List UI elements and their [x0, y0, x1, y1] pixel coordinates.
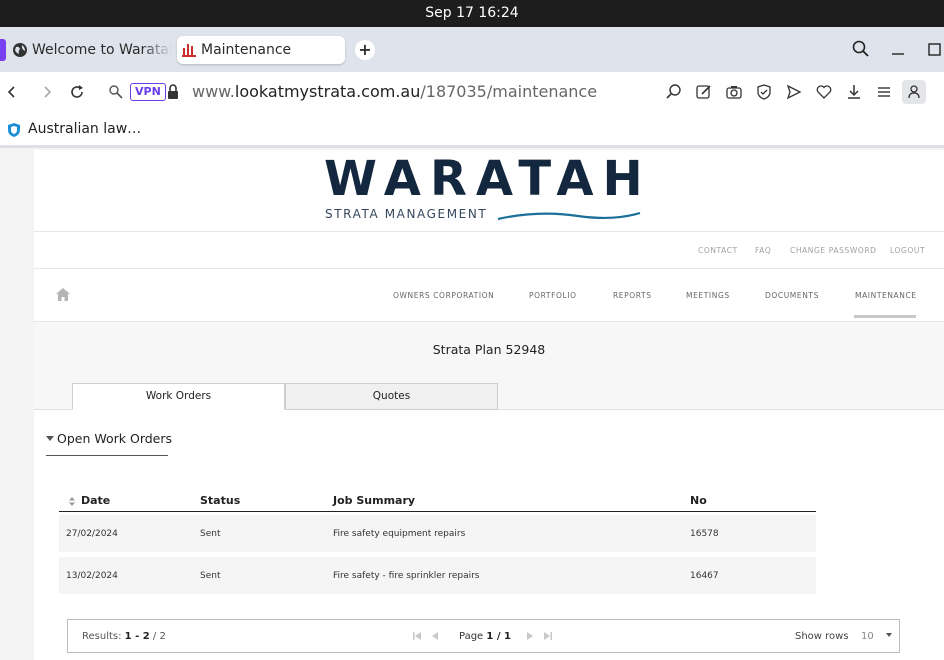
globe-icon: [13, 43, 27, 57]
page-label: Page: [459, 631, 484, 642]
logo-wave: [498, 211, 641, 221]
heart-icon[interactable]: [814, 82, 834, 102]
lock-icon[interactable]: [163, 82, 183, 102]
vpn-badge[interactable]: VPN: [130, 83, 166, 101]
utility-bar: CONTACT FAQ CHANGE PASSWORD LOGOUT: [34, 231, 944, 269]
nav-portfolio[interactable]: PORTFOLIO: [529, 291, 577, 300]
cell-status: Sent: [200, 529, 221, 539]
nav-reports[interactable]: REPORTS: [613, 291, 652, 300]
nav-active-indicator: [854, 315, 916, 318]
shield-bookmark-icon: [8, 123, 20, 137]
site-info-icon[interactable]: [106, 82, 126, 102]
nav-maintenance[interactable]: MAINTENANCE: [855, 291, 917, 300]
browser-tab-maintenance[interactable]: Maintenance: [177, 36, 345, 64]
results-total: / 2: [152, 631, 166, 642]
last-page-icon[interactable]: [543, 631, 553, 641]
caret-down-icon: [46, 436, 54, 441]
work-orders-table: Date Status Job Summary No 27/02/2024 Se…: [59, 490, 816, 594]
cell-date: 27/02/2024: [66, 529, 118, 539]
maximize-icon[interactable]: [924, 39, 944, 59]
table-row[interactable]: 13/02/2024 Sent Fire safety - fire sprin…: [59, 557, 816, 594]
results-summary: Results: 1 - 2 / 2: [82, 631, 166, 642]
header-job-summary[interactable]: Job Summary: [333, 494, 415, 507]
send-icon[interactable]: [784, 82, 804, 102]
page-body: WARATAH STRATA MANAGEMENT CONTACT FAQ CH…: [34, 150, 944, 660]
edit-icon[interactable]: [694, 82, 714, 102]
zoom-search-icon[interactable]: [664, 82, 684, 102]
browser-navbar: VPN www.lookatmystrata.com.au/187035/mai…: [0, 72, 944, 112]
header-status[interactable]: Status: [200, 494, 240, 507]
section-underline: [46, 455, 168, 456]
dropdown-caret-icon[interactable]: [886, 633, 892, 637]
back-icon[interactable]: [2, 82, 22, 102]
bookmarks-bar: Australian law…: [0, 112, 944, 148]
profile-button[interactable]: [902, 80, 926, 104]
next-page-icon[interactable]: [525, 631, 535, 641]
person-icon: [908, 85, 920, 99]
nav-owners-corporation[interactable]: OWNERS CORPORATION: [393, 291, 494, 300]
table-header: Date Status Job Summary No: [59, 490, 816, 512]
results-range: 1 - 2: [124, 631, 150, 642]
pagination-bar: Results: 1 - 2 / 2 Page 1 / 1 Show rows …: [67, 619, 900, 653]
section-title: Open Work Orders: [57, 431, 173, 446]
os-clock: Sep 17 16:24: [0, 0, 944, 27]
menu-icon[interactable]: [874, 82, 894, 102]
tab-fade: [142, 36, 172, 64]
rows-per-page-select[interactable]: 10: [861, 631, 874, 642]
contact-link[interactable]: CONTACT: [698, 246, 738, 255]
waratah-favicon-icon: [182, 44, 196, 57]
cell-job-summary: Fire safety equipment repairs: [333, 529, 466, 539]
change-password-link[interactable]: CHANGE PASSWORD: [790, 246, 877, 255]
cell-status: Sent: [200, 571, 221, 581]
maintenance-content: Strata Plan 52948 Open Work Orders Date …: [34, 322, 944, 660]
address-bar[interactable]: www.lookatmystrata.com.au/187035/mainten…: [192, 82, 597, 102]
first-page-icon[interactable]: [412, 631, 422, 641]
bookmark-australian-law[interactable]: Australian law…: [28, 121, 141, 137]
strata-plan-title: Strata Plan 52948: [432, 342, 546, 357]
header-no[interactable]: No: [690, 494, 707, 507]
tab-title: Maintenance: [201, 42, 292, 58]
logo-wordmark: WARATAH: [324, 151, 652, 207]
tab-accent-marker: [0, 39, 6, 61]
waratah-logo[interactable]: WARATAH STRATA MANAGEMENT: [324, 150, 644, 230]
nav-meetings[interactable]: MEETINGS: [686, 291, 730, 300]
reload-icon[interactable]: [67, 82, 87, 102]
forward-icon[interactable]: [37, 82, 57, 102]
camera-icon[interactable]: [724, 82, 744, 102]
cell-date: 13/02/2024: [66, 571, 118, 581]
tab-work-orders[interactable]: Work Orders: [72, 383, 285, 410]
browser-tab-welcome[interactable]: Welcome to Waratah: [0, 36, 172, 64]
table-row[interactable]: 27/02/2024 Sent Fire safety equipment re…: [59, 515, 816, 552]
faq-link[interactable]: FAQ: [755, 246, 771, 255]
sort-icon[interactable]: [69, 497, 75, 506]
open-work-orders-toggle[interactable]: Open Work Orders: [46, 431, 172, 446]
page-value: 1 / 1: [486, 631, 511, 642]
nav-documents[interactable]: DOCUMENTS: [765, 291, 819, 300]
browser-tab-strip: Welcome to Waratah Maintenance +: [0, 27, 944, 72]
main-nav: OWNERS CORPORATION PORTFOLIO REPORTS MEE…: [34, 269, 944, 322]
url-prefix: www.: [192, 82, 235, 101]
results-label: Results:: [82, 631, 122, 642]
url-path: /187035/maintenance: [420, 82, 598, 101]
page-indicator: Page 1 / 1: [459, 631, 511, 642]
cell-no: 16578: [690, 529, 719, 539]
new-tab-button[interactable]: +: [355, 40, 375, 60]
show-rows-label: Show rows: [795, 631, 849, 642]
cell-job-summary: Fire safety - fire sprinkler repairs: [333, 571, 480, 581]
tab-quotes[interactable]: Quotes: [285, 383, 498, 410]
cell-no: 16467: [690, 571, 719, 581]
download-icon[interactable]: [844, 82, 864, 102]
search-tabs-icon[interactable]: [851, 39, 871, 59]
header-date[interactable]: Date: [81, 494, 110, 507]
home-icon[interactable]: [56, 288, 70, 301]
url-host: lookatmystrata.com.au: [234, 82, 421, 101]
logo-subtitle: STRATA MANAGEMENT: [325, 207, 488, 221]
prev-page-icon[interactable]: [430, 631, 440, 641]
shield-check-icon[interactable]: [754, 82, 774, 102]
minimize-icon[interactable]: [888, 39, 908, 59]
logout-link[interactable]: LOGOUT: [890, 246, 925, 255]
